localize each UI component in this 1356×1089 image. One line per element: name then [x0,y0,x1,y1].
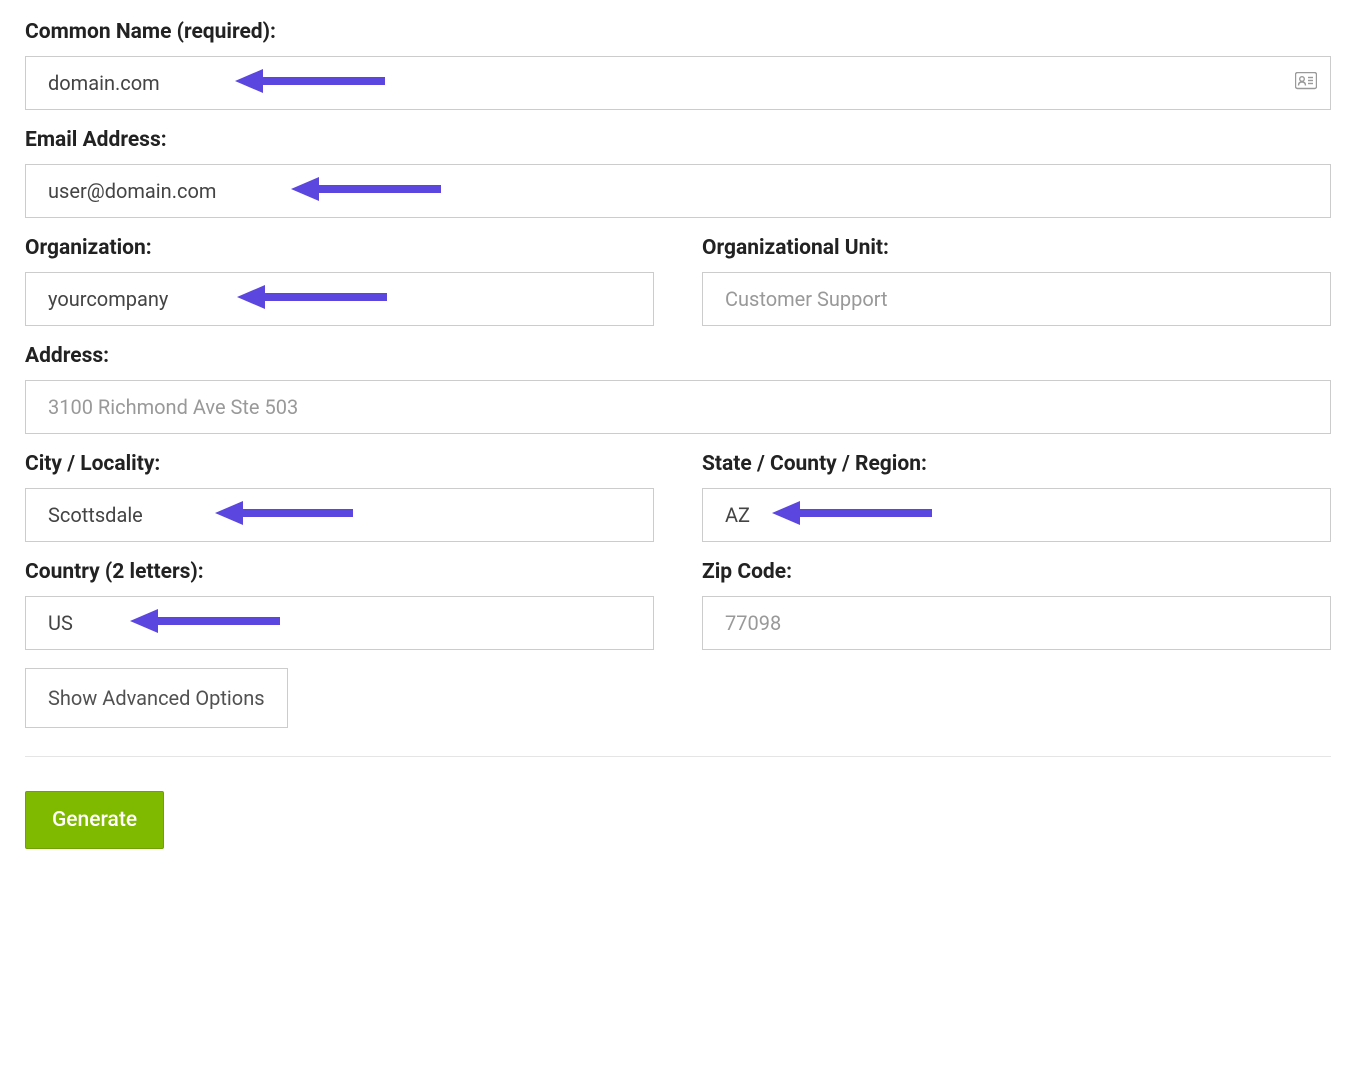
org-unit-input[interactable] [702,272,1331,326]
organization-input[interactable] [25,272,654,326]
email-label: Email Address: [25,128,1331,152]
contact-card-icon [1295,72,1317,94]
city-label: City / Locality: [25,452,654,476]
city-input[interactable] [25,488,654,542]
organization-label: Organization: [25,236,654,260]
csr-form: Common Name (required): [25,20,1331,849]
generate-button[interactable]: Generate [25,791,164,849]
common-name-label: Common Name (required): [25,20,1331,44]
state-label: State / County / Region: [702,452,1331,476]
common-name-input[interactable] [25,56,1331,110]
show-advanced-button[interactable]: Show Advanced Options [25,668,288,728]
address-label: Address: [25,344,1331,368]
address-input[interactable] [25,380,1331,434]
divider [25,756,1331,757]
zip-input[interactable] [702,596,1331,650]
state-input[interactable] [702,488,1331,542]
zip-label: Zip Code: [702,560,1331,584]
org-unit-label: Organizational Unit: [702,236,1331,260]
email-input[interactable] [25,164,1331,218]
country-input[interactable] [25,596,654,650]
country-label: Country (2 letters): [25,560,654,584]
